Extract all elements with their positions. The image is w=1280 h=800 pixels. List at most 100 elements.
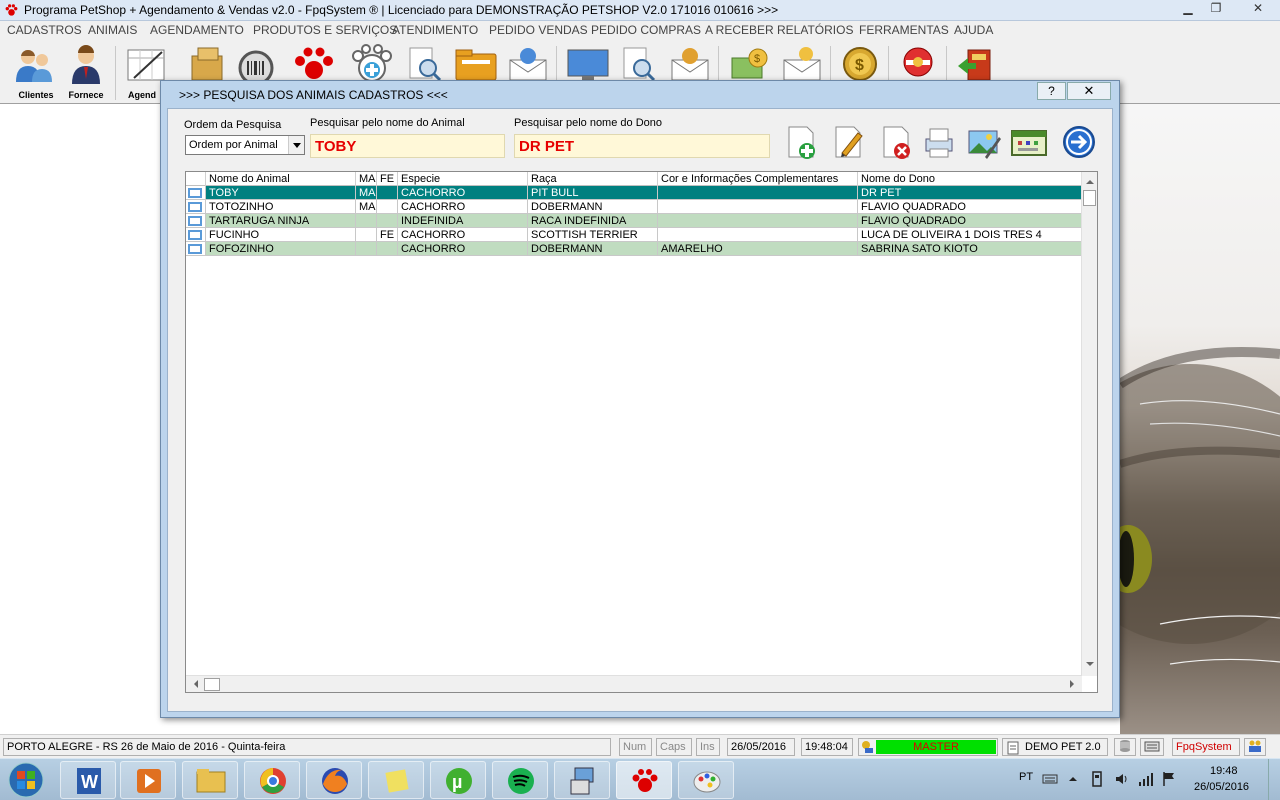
close-window-button[interactable]: ✕ bbox=[1238, 0, 1278, 18]
cell-cor-info: AMARELHO bbox=[658, 242, 858, 256]
status-info-icon-box[interactable] bbox=[1244, 738, 1266, 756]
next-button[interactable] bbox=[1060, 123, 1098, 161]
grid-vertical-scrollbar[interactable] bbox=[1081, 172, 1097, 676]
cell-raca: PIT BULL bbox=[528, 186, 658, 200]
table-row[interactable]: FOFOZINHO CACHORRO DOBERMANN AMARELHO SA… bbox=[186, 242, 1082, 256]
cat-photo-image bbox=[1120, 347, 1280, 665]
menu-agendamento[interactable]: AGENDAMENTO bbox=[150, 23, 244, 37]
menu-cadastros[interactable]: CADASTROS bbox=[7, 23, 82, 37]
scroll-up-arrow-icon[interactable] bbox=[1086, 176, 1094, 184]
taskbar-utorrent-button[interactable]: µ bbox=[430, 761, 486, 799]
taskbar-explorer-button[interactable] bbox=[182, 761, 238, 799]
menu-atendimento[interactable]: ATENDIMENTO bbox=[392, 23, 478, 37]
status-keyboard-icon-box[interactable] bbox=[1140, 738, 1164, 756]
tray-language[interactable]: PT bbox=[1019, 771, 1033, 783]
add-animal-button[interactable] bbox=[783, 123, 821, 161]
taskbar-remote-button[interactable] bbox=[554, 761, 610, 799]
menu-produtos-servicos[interactable]: PRODUTOS E SERVIÇOS bbox=[253, 23, 397, 37]
menu-bar: CADASTROS ANIMAIS AGENDAMENTO PRODUTOS E… bbox=[0, 21, 1280, 40]
menu-ajuda[interactable]: AJUDA bbox=[954, 23, 993, 37]
menu-ferramentas[interactable]: FERRAMENTAS bbox=[859, 23, 949, 37]
history-button[interactable] bbox=[1010, 123, 1048, 161]
photo-button[interactable] bbox=[965, 123, 1003, 161]
dialog-close-button[interactable]: ✕ bbox=[1067, 82, 1111, 100]
taskbar-media-button[interactable] bbox=[120, 761, 176, 799]
taskbar-firefox-button[interactable] bbox=[306, 761, 362, 799]
tray-clock-date[interactable]: 26/05/2016 bbox=[1194, 781, 1249, 793]
sticky-notes-icon bbox=[385, 769, 409, 793]
minimize-button[interactable]: ▁ bbox=[1174, 0, 1202, 18]
cell-nome-animal: TOBY bbox=[206, 186, 356, 200]
usb-tray-icon[interactable] bbox=[1090, 771, 1104, 787]
animal-name-input[interactable]: TOBY bbox=[310, 134, 505, 158]
print-button[interactable] bbox=[920, 123, 958, 161]
col-header-especie[interactable]: Especie bbox=[398, 172, 528, 186]
chevron-down-icon[interactable] bbox=[288, 136, 304, 154]
toolbar-fornecedores-button[interactable]: Fornece bbox=[60, 44, 112, 102]
money-icon: $ bbox=[731, 48, 768, 79]
taskbar-chrome-button[interactable] bbox=[244, 761, 300, 799]
col-header-raca[interactable]: Raça bbox=[528, 172, 658, 186]
scroll-down-arrow-icon[interactable] bbox=[1086, 662, 1094, 670]
vertical-scroll-thumb[interactable] bbox=[1083, 190, 1096, 206]
status-num: Num bbox=[619, 738, 652, 756]
scroll-right-arrow-icon[interactable] bbox=[1070, 680, 1078, 688]
tray-clock-time[interactable]: 19:48 bbox=[1210, 765, 1238, 777]
taskbar-word-button[interactable]: W bbox=[60, 761, 116, 799]
menu-relatorios[interactable]: RELATÓRIOS bbox=[777, 23, 853, 37]
table-row[interactable]: TARTARUGA NINJA INDEFINIDA RACA INDEFINI… bbox=[186, 214, 1082, 228]
taskbar-spotify-button[interactable] bbox=[492, 761, 548, 799]
col-header-ma[interactable]: MA bbox=[356, 172, 377, 186]
table-row[interactable]: FUCINHO FE CACHORRO SCOTTISH TERRIER LUC… bbox=[186, 228, 1082, 242]
windows-start-icon[interactable] bbox=[6, 761, 46, 799]
search-animals-dialog: >>> PESQUISA DOS ANIMAIS CADASTROS <<< ?… bbox=[160, 80, 1120, 718]
menu-pedido-vendas[interactable]: PEDIDO VENDAS bbox=[489, 23, 588, 37]
order-select[interactable]: Ordem por Animal bbox=[185, 135, 305, 155]
dialog-client-area: Ordem da Pesquisa Ordem por Animal Pesqu… bbox=[167, 108, 1113, 712]
col-header-fe[interactable]: FE bbox=[377, 172, 398, 186]
maximize-button[interactable]: ❐ bbox=[1202, 0, 1230, 18]
grid-horizontal-scrollbar[interactable] bbox=[186, 675, 1082, 692]
edit-animal-button[interactable] bbox=[830, 123, 868, 161]
utorrent-icon: µ bbox=[446, 768, 472, 794]
window-title: Programa PetShop + Agendamento & Vendas … bbox=[24, 3, 779, 17]
remote-desktop-icon bbox=[570, 767, 594, 795]
delete-animal-button[interactable] bbox=[878, 123, 916, 161]
menu-animais[interactable]: ANIMAIS bbox=[88, 23, 137, 37]
taskbar-paint-button[interactable] bbox=[678, 761, 734, 799]
taskbar-petshop-button[interactable] bbox=[616, 761, 672, 799]
record-icon bbox=[188, 188, 202, 198]
paw-app-icon bbox=[5, 4, 18, 16]
row-indicator bbox=[186, 242, 206, 256]
taskbar-notes-button[interactable] bbox=[368, 761, 424, 799]
volume-icon[interactable] bbox=[1114, 771, 1130, 787]
action-center-flag-icon[interactable] bbox=[1162, 771, 1176, 787]
owner-name-input[interactable]: DR PET bbox=[514, 134, 770, 158]
keyboard-tray-icon[interactable] bbox=[1042, 773, 1058, 785]
animals-grid: Nome do Animal MA FE Especie Raça Cor e … bbox=[185, 171, 1098, 693]
cell-fe bbox=[377, 214, 398, 228]
network-signal-icon[interactable] bbox=[1138, 771, 1154, 787]
scroll-left-arrow-icon[interactable] bbox=[190, 680, 198, 688]
picture-icon bbox=[968, 130, 1001, 159]
user-key-icon bbox=[862, 741, 873, 753]
show-desktop-button[interactable] bbox=[1268, 759, 1280, 800]
calendar-icon bbox=[1011, 130, 1047, 156]
col-header-nome-animal[interactable]: Nome do Animal bbox=[206, 172, 356, 186]
chevron-up-icon[interactable] bbox=[1068, 774, 1078, 784]
col-header-cor-info[interactable]: Cor e Informações Complementares bbox=[658, 172, 858, 186]
col-header-nome-dono[interactable]: Nome do Dono bbox=[858, 172, 1082, 186]
table-row[interactable]: TOTOZINHO MA CACHORRO DOBERMANN FLAVIO Q… bbox=[186, 200, 1082, 214]
cell-raca: RACA INDEFINIDA bbox=[528, 214, 658, 228]
status-db-icon-box[interactable] bbox=[1114, 738, 1136, 756]
animal-name-label: Pesquisar pelo nome do Animal bbox=[310, 117, 465, 129]
horizontal-scroll-thumb[interactable] bbox=[204, 678, 220, 691]
row-indicator bbox=[186, 228, 206, 242]
cat-wallpaper bbox=[1120, 104, 1280, 734]
table-row[interactable]: TOBY MA CACHORRO PIT BULL DR PET bbox=[186, 186, 1082, 200]
toolbar-clientes-button[interactable]: Clientes bbox=[10, 44, 62, 102]
status-location: PORTO ALEGRE - RS 26 de Maio de 2016 - Q… bbox=[3, 738, 611, 756]
menu-pedido-compras[interactable]: PEDIDO COMPRAS bbox=[591, 23, 701, 37]
menu-a-receber[interactable]: A RECEBER bbox=[705, 23, 774, 37]
dialog-help-button[interactable]: ? bbox=[1037, 82, 1066, 100]
